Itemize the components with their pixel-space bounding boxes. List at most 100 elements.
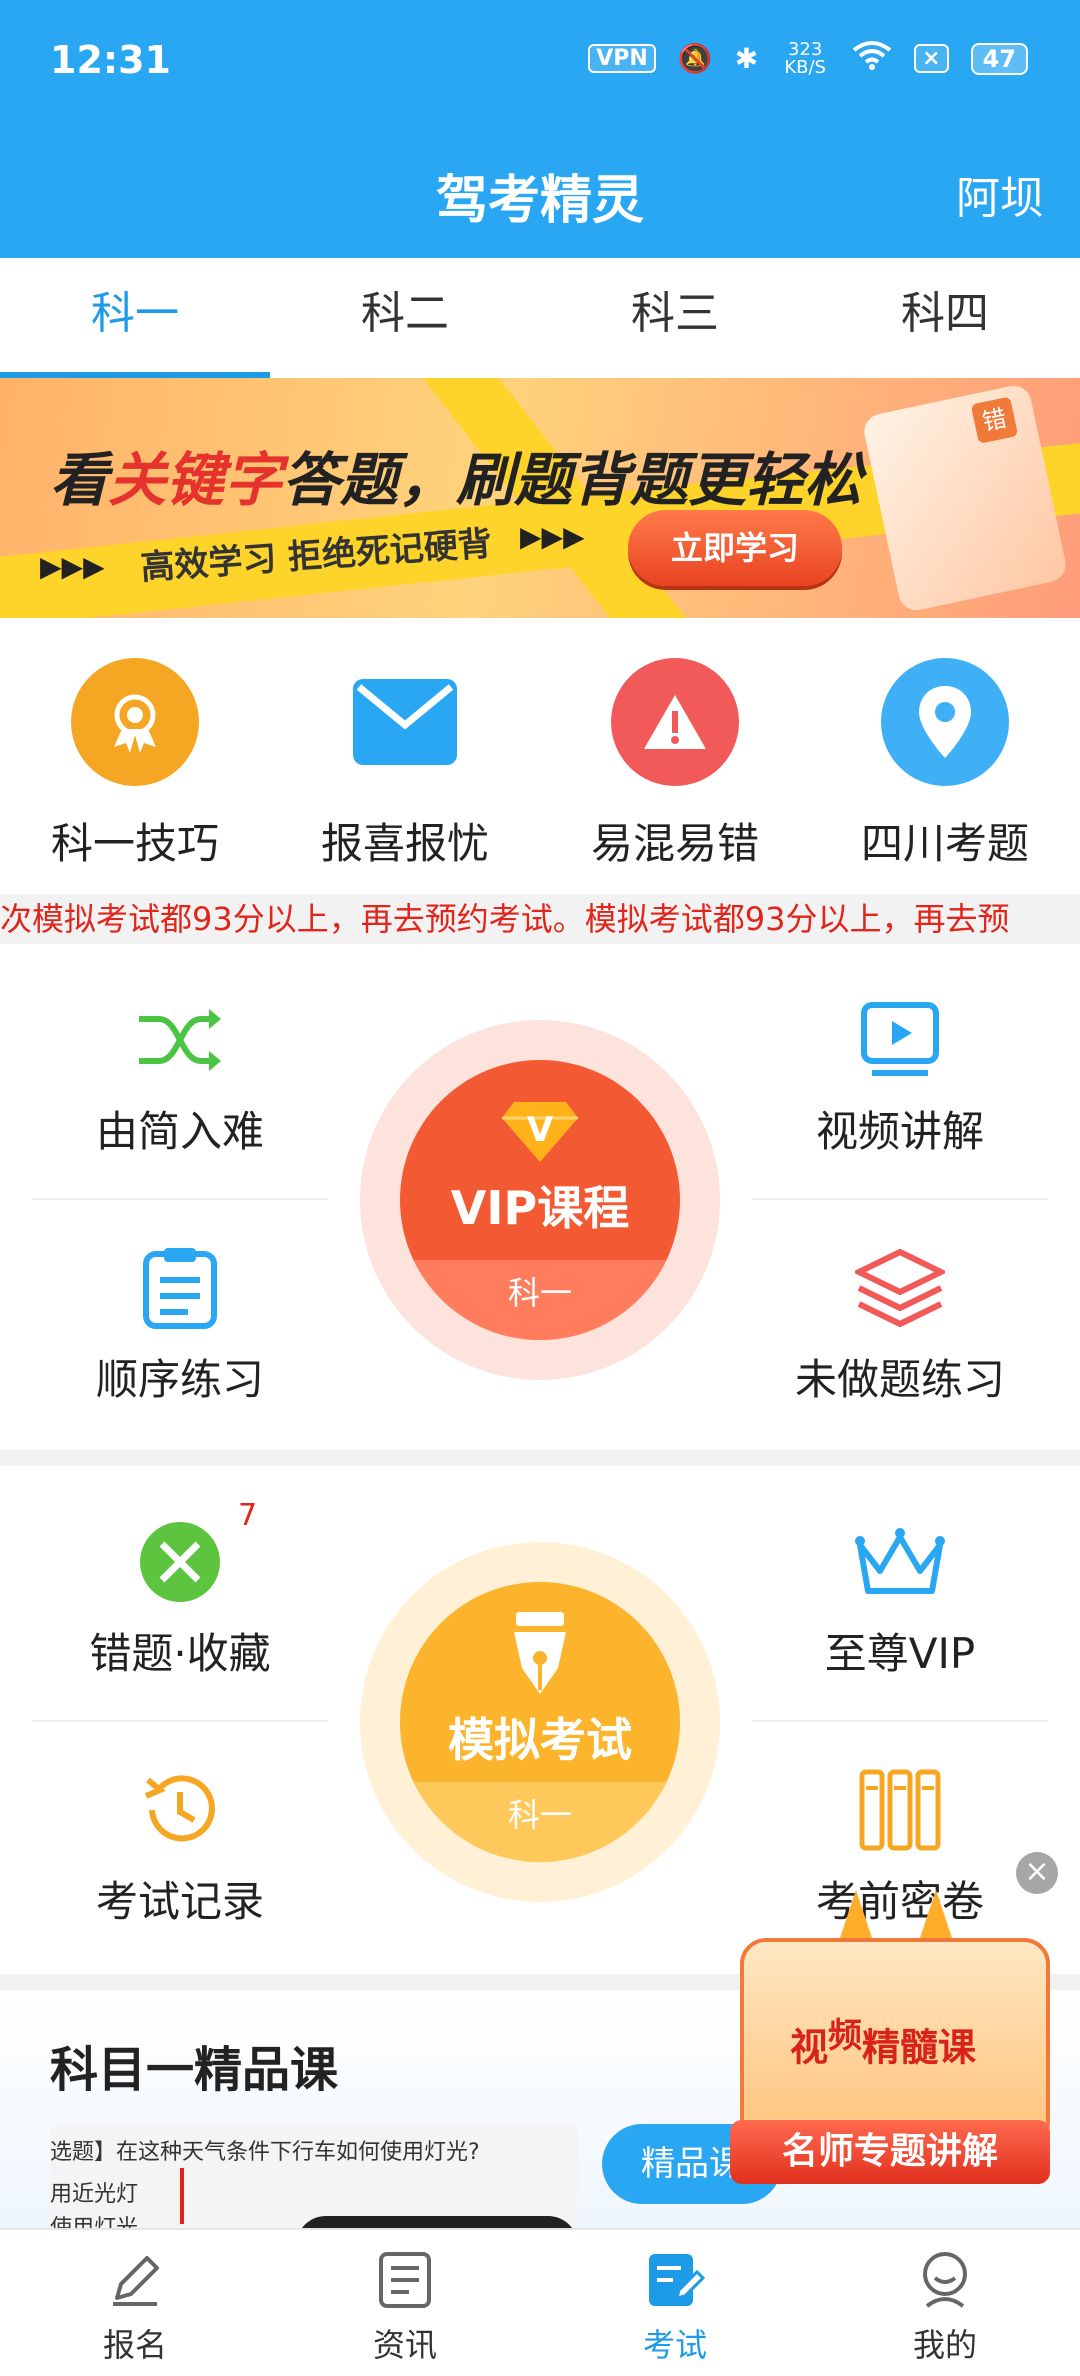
app-header: 驾考精灵 阿坝: [0, 128, 1080, 258]
quick-links: 科一技巧 报喜报忧 易混易错 四川考题: [0, 618, 1080, 894]
practice-label: 顺序练习: [95, 1355, 264, 1404]
mock-exam-title: 模拟考试: [448, 1713, 632, 1767]
supreme-vip-button[interactable]: 至尊VIP: [720, 1522, 1080, 1681]
thumb-mark: [180, 2168, 184, 2224]
exam-label: 至尊VIP: [824, 1629, 976, 1678]
mock-exam-button[interactable]: 模拟考试 科一: [360, 1542, 720, 1902]
news-doc-icon: [270, 2248, 540, 2312]
vip-course-subject: 科一: [400, 1260, 680, 1340]
close-icon[interactable]: ×: [1016, 1852, 1058, 1894]
quick-item-label: 报喜报忧: [320, 819, 489, 868]
app-title: 驾考精灵: [435, 171, 644, 231]
undone-practice-button[interactable]: 未做题练习: [720, 1248, 1080, 1407]
nav-news[interactable]: 资讯: [270, 2230, 540, 2376]
nav-exam[interactable]: 考试: [540, 2230, 810, 2376]
envelope-icon: [341, 658, 469, 786]
course-thumbnail[interactable]: 选题】在这种天气条件下行车如何使用灯光? 用近光灯 使用灯光: [50, 2124, 578, 2234]
tab-ke1[interactable]: 科一: [0, 258, 270, 378]
book-mark: 错: [970, 396, 1019, 444]
promo-ribbon: 名师专题讲解: [730, 2120, 1050, 2184]
wrong-count-badge: 7: [238, 1498, 258, 1533]
quick-item-tips[interactable]: 科一技巧: [0, 618, 270, 894]
video-play-icon: [720, 1000, 1080, 1080]
diamond-icon: V: [500, 1096, 580, 1166]
vip-course-core: V VIP课程 科一: [400, 1060, 680, 1340]
wrong-x-icon: [0, 1522, 360, 1602]
vpn-icon: VPN: [588, 44, 656, 73]
subject-tabs: 科一 科二 科三 科四: [0, 258, 1080, 378]
book-illustration: 错: [861, 382, 1069, 614]
easy-to-hard-button[interactable]: 由简入难: [0, 1000, 360, 1159]
clipboard-icon: [0, 1248, 360, 1329]
bottom-navigation: 报名 资讯 考试 我的: [0, 2228, 1080, 2376]
quick-item-local[interactable]: 四川考题: [810, 618, 1080, 894]
course-section-title: 科目一精品课: [50, 2042, 339, 2098]
practice-label: 由简入难: [95, 1107, 264, 1156]
user-profile-icon: [810, 2248, 1080, 2312]
status-bar: 12:31 VPN 🔕 ✱ 323 KB/S × 47: [0, 0, 1080, 128]
fountain-pen-icon: [500, 1610, 580, 1696]
mock-exam-ring: 模拟考试 科一: [360, 1542, 720, 1902]
quick-item-news[interactable]: 报喜报忧: [270, 618, 540, 894]
signup-pen-icon: [0, 2248, 270, 2312]
practice-label: 视频讲解: [815, 1107, 984, 1156]
thumb-caption: 选题】在这种天气条件下行车如何使用灯光?: [50, 2140, 480, 2165]
nav-label: 资讯: [372, 2326, 437, 2364]
clock: 12:31: [50, 38, 171, 82]
banner-arrows: ▶▶▶: [40, 550, 105, 583]
vip-course-title: VIP课程: [450, 1181, 630, 1235]
quick-item-confusing[interactable]: 易混易错: [540, 618, 810, 894]
wifi-icon: [852, 40, 892, 77]
exam-label: 错题·收藏: [89, 1629, 271, 1678]
vip-course-button[interactable]: V VIP课程 科一: [360, 1020, 720, 1380]
tab-ke3[interactable]: 科三: [540, 258, 810, 378]
tab-ke4[interactable]: 科四: [810, 258, 1080, 378]
divider: [32, 1720, 328, 1722]
layers-icon: [720, 1248, 1080, 1328]
divider: [752, 1198, 1048, 1200]
tab-ke2[interactable]: 科二: [270, 258, 540, 378]
diamond-mark: V: [526, 1110, 554, 1150]
vip-course-ring: V VIP课程 科一: [360, 1020, 720, 1380]
nav-signup[interactable]: 报名: [0, 2230, 270, 2376]
mute-icon: 🔕: [677, 42, 713, 75]
shuffle-icon: [0, 1000, 360, 1080]
binders-icon: [720, 1769, 1080, 1851]
exam-edit-icon: [540, 2248, 810, 2312]
banner-arrows: ▶▶▶: [520, 520, 585, 553]
promo-banner[interactable]: 看关键字答题，刷题背题更轻松 ▶▶▶ 高效学习 拒绝死记硬背 ▶▶▶ 立即学习 …: [0, 378, 1080, 618]
history-clock-icon: [0, 1770, 360, 1850]
mock-exam-subject: 科一: [400, 1782, 680, 1862]
status-icons: VPN 🔕 ✱ 323 KB/S × 47: [588, 40, 1028, 77]
practice-label: 未做题练习: [794, 1355, 1005, 1404]
network-speed: 323 KB/S: [784, 38, 826, 78]
quick-item-label: 四川考题: [860, 819, 1029, 868]
mock-exam-core: 模拟考试 科一: [400, 1582, 680, 1862]
exam-label: 考试记录: [95, 1877, 264, 1926]
divider: [32, 1198, 328, 1200]
warning-icon: [611, 658, 739, 786]
video-explain-button[interactable]: 视频讲解: [720, 1000, 1080, 1159]
exam-history-button[interactable]: 考试记录: [0, 1770, 360, 1929]
banner-headline: 看关键字答题，刷题背题更轻松: [50, 446, 863, 514]
thumb-caption: 用近光灯: [50, 2182, 139, 2207]
crown-icon: [720, 1522, 1080, 1602]
location-pin-icon: [881, 658, 1009, 786]
notice-marquee: 次模拟考试都93分以上，再去预约考试。模拟考试都93分以上，再去预: [0, 894, 1080, 944]
nav-profile[interactable]: 我的: [810, 2230, 1080, 2376]
video-course-float-ad[interactable]: 视频精髓课 名师专题讲解: [730, 1890, 1050, 2188]
quick-item-label: 科一技巧: [50, 819, 219, 868]
nav-label: 我的: [912, 2326, 977, 2364]
sequential-practice-button[interactable]: 顺序练习: [0, 1248, 360, 1407]
study-now-button[interactable]: 立即学习: [628, 510, 842, 586]
bluetooth-icon: ✱: [734, 42, 759, 75]
location-selector[interactable]: 阿坝: [956, 162, 1044, 226]
nav-label: 考试: [642, 2326, 707, 2364]
sim-icon: ×: [914, 44, 949, 73]
wrong-favorites-button[interactable]: 7 错题·收藏: [0, 1498, 360, 1681]
award-medal-icon: [71, 658, 199, 786]
quick-item-label: 易混易错: [590, 819, 759, 868]
nav-label: 报名: [102, 2326, 167, 2364]
divider: [752, 1720, 1048, 1722]
battery-icon: 47: [970, 42, 1028, 75]
